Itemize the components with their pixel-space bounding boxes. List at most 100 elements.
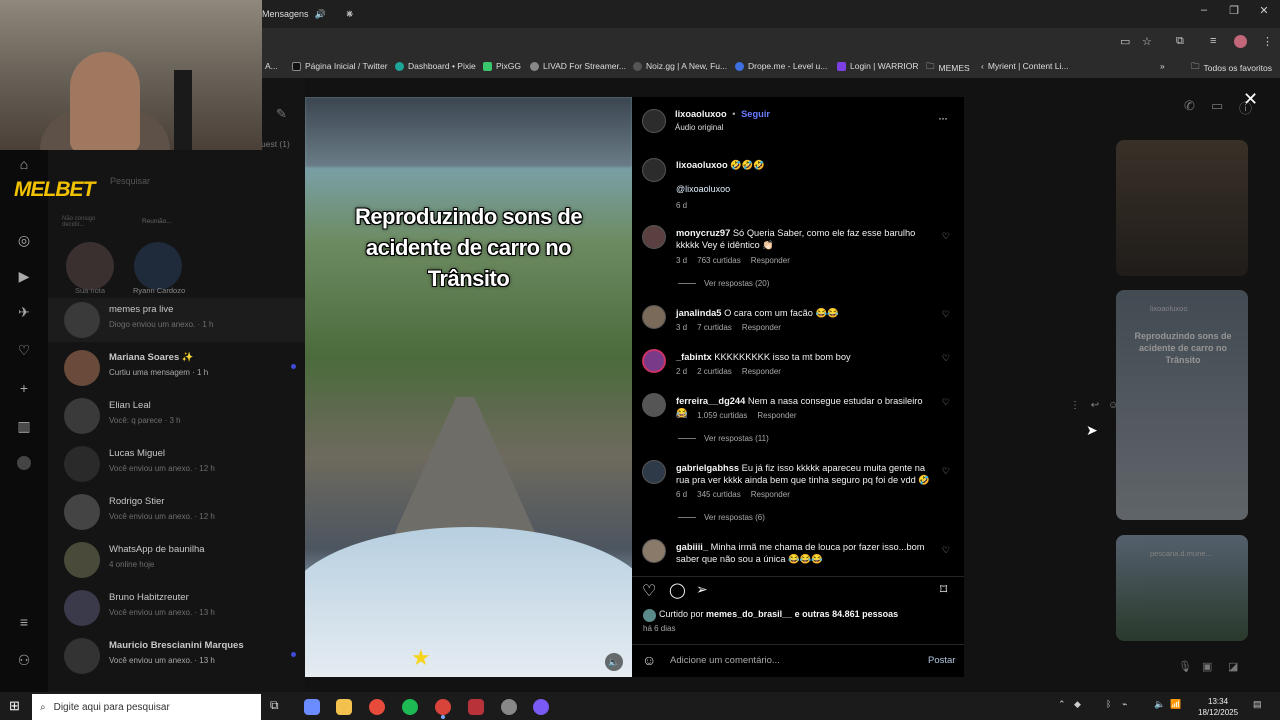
comment-likes[interactable]: 345 curtidas	[697, 490, 741, 499]
bookmark-item[interactable]: Noiz.gg | A New, Fu...	[633, 61, 727, 71]
notifications-icon[interactable]: ♡	[14, 342, 34, 362]
dashboard-icon[interactable]: ▥	[14, 418, 34, 438]
like-comment-icon[interactable]: ♡	[942, 353, 950, 364]
usb-icon[interactable]: ⌁	[1122, 699, 1127, 710]
phone-icon[interactable]: ✆	[1184, 98, 1195, 114]
extensions-icon[interactable]: ⧉	[1176, 35, 1184, 48]
follow-button[interactable]: Seguir	[741, 109, 770, 119]
window-close-button[interactable]: ✕	[1252, 4, 1276, 17]
like-comment-icon[interactable]: ♡	[942, 309, 950, 320]
task-view-icon[interactable]: ⧉	[270, 698, 279, 713]
conversation-row[interactable]: Mauricio Brescianini Marques Você enviou…	[62, 634, 302, 678]
image-icon[interactable]: ▣	[1202, 660, 1212, 673]
commenter-avatar[interactable]	[642, 460, 666, 484]
reply-button[interactable]: Responder	[742, 323, 781, 332]
commenter-avatar[interactable]	[642, 305, 666, 329]
reply-button[interactable]: Responder	[742, 367, 781, 376]
browser-tab[interactable]: Mensagens 🔊 ✕	[256, 2, 353, 26]
post-comment-button[interactable]: Postar	[928, 655, 955, 666]
reply-button[interactable]: Responder	[751, 256, 790, 265]
commenter-username[interactable]: gabiiii_	[676, 542, 708, 552]
video-call-icon[interactable]: ▭	[1211, 98, 1223, 114]
tray-app-icon[interactable]: ◆	[1074, 699, 1081, 710]
bookmark-item[interactable]: ‹ Myrient | Content Li...	[981, 61, 1068, 71]
like-comment-icon[interactable]: ♡	[942, 545, 950, 556]
profile-icon[interactable]	[17, 456, 31, 470]
side-reel[interactable]: lixoaoluxoo Reproduzindo sons de acident…	[1116, 290, 1248, 520]
threads-icon[interactable]: ⚇	[14, 652, 34, 672]
commenter-avatar[interactable]	[642, 349, 666, 373]
app-icon[interactable]	[468, 699, 484, 715]
all-bookmarks[interactable]: 🗀 Todos os favoritos	[1191, 61, 1272, 75]
commenter-username[interactable]: monycruz97	[676, 228, 730, 238]
notifications-tray-icon[interactable]: ▤	[1253, 699, 1262, 710]
network-icon[interactable]: 📶	[1170, 699, 1181, 710]
react-icon[interactable]: ☺	[1108, 400, 1118, 411]
conversation-row[interactable]: Bruno Habitzreuter Você enviou um anexo.…	[62, 586, 302, 630]
like-comment-icon[interactable]: ♡	[942, 231, 950, 242]
tray-chevron-icon[interactable]: ⌃	[1058, 699, 1066, 710]
bookmark-item[interactable]: A...	[265, 61, 278, 71]
note-avatar[interactable]	[134, 242, 182, 290]
share-icon[interactable]: ➢	[696, 581, 708, 598]
conversation-row[interactable]: memes pra live Diogo enviou um anexo. · …	[48, 298, 305, 342]
restore-button[interactable]: ❐	[1222, 4, 1246, 17]
reply-button[interactable]: Responder	[751, 490, 790, 499]
commenter-avatar[interactable]	[642, 393, 666, 417]
liker-avatar[interactable]	[643, 609, 656, 622]
bookmark-item[interactable]: LIVAD For Streamer...	[530, 61, 626, 71]
search-input[interactable]: Pesquisar	[110, 176, 150, 186]
menu-kebab-icon[interactable]: ⋮	[1262, 35, 1273, 48]
more-options-button[interactable]: ···	[938, 111, 948, 125]
profile-avatar[interactable]	[1234, 35, 1247, 48]
commenter-username[interactable]: janalinda5	[676, 308, 721, 318]
author-avatar[interactable]	[642, 158, 666, 182]
side-reel[interactable]: pescaria.d.mune...	[1116, 535, 1248, 641]
cast-icon[interactable]: ▭	[1120, 35, 1130, 48]
emoji-icon[interactable]: ☺	[642, 652, 656, 668]
reply-button[interactable]: Responder	[757, 411, 796, 420]
view-replies[interactable]: Ver respostas (6)	[678, 513, 765, 522]
conversation-row[interactable]: Elian Leal Você: q parece · 3 h	[62, 394, 302, 438]
bookmark-item[interactable]: Login | WARRIOR	[837, 61, 919, 71]
spotify-icon[interactable]	[402, 699, 418, 715]
bookmark-item[interactable]: Página Inicial / Twitter	[292, 61, 388, 71]
reel-video[interactable]: Reproduzindo sons de acidente de carro n…	[305, 97, 632, 677]
close-icon[interactable]: ✕	[1243, 89, 1258, 110]
conversation-row[interactable]: WhatsApp de baunilha 4 online hoje	[62, 538, 302, 582]
save-icon[interactable]: ⌑	[940, 581, 947, 598]
caption-mention[interactable]: @lixoaoluxoo	[676, 184, 730, 194]
volume-icon[interactable]: 🔈	[605, 653, 623, 671]
liked-user[interactable]: memes_do_brasil__	[706, 609, 792, 619]
reply-icon[interactable]: ↩	[1091, 400, 1099, 411]
comment-likes[interactable]: 1.059 curtidas	[697, 411, 747, 420]
bookmark-item[interactable]: PixGG	[483, 61, 521, 71]
chrome-icon[interactable]	[369, 699, 385, 715]
copilot-icon[interactable]	[304, 699, 320, 715]
speaker-icon[interactable]: 🔊	[315, 9, 326, 20]
bookmark-item[interactable]: Drope.me - Level u...	[735, 61, 827, 71]
bluetooth-icon[interactable]: ᛒ	[1106, 699, 1111, 709]
caption-username[interactable]: lixoaoluxoo	[676, 160, 728, 170]
author-avatar[interactable]	[642, 109, 666, 133]
reels-icon[interactable]: ▶	[14, 268, 34, 288]
bookmark-star-icon[interactable]: ☆	[1142, 35, 1152, 48]
commenter-username[interactable]: gabrielgabhss	[676, 463, 739, 473]
mic-icon[interactable]: 🎙	[1178, 660, 1192, 673]
like-comment-icon[interactable]: ♡	[942, 397, 950, 408]
comment-likes[interactable]: 2 curtidas	[697, 367, 732, 376]
liked-count[interactable]: e outras 84.861 pessoas	[795, 609, 899, 619]
sticker-icon[interactable]: ◪	[1228, 660, 1238, 673]
conversation-row[interactable]: Mariana Soares ✨ Curtiu uma mensagem · 1…	[62, 346, 302, 390]
app-icon[interactable]	[501, 699, 517, 715]
compose-icon[interactable]: ✎	[276, 106, 287, 122]
author-username[interactable]: lixoaoluxoo	[675, 109, 727, 119]
explore-icon[interactable]: ◎	[14, 232, 34, 252]
comment-likes[interactable]: 7 curtidas	[697, 323, 732, 332]
bookmarks-overflow-button[interactable]: »	[1160, 61, 1165, 71]
requests-link[interactable]: uest (1)	[261, 139, 290, 149]
conversation-row[interactable]: Lucas Miguel Você enviou um anexo. · 12 …	[62, 442, 302, 486]
comment-input[interactable]: Adicione um comentário...	[670, 655, 780, 666]
liked-by[interactable]: Curtido por memes_do_brasil__ e outras 8…	[659, 609, 898, 619]
new-tab-button[interactable]: +	[346, 6, 354, 21]
